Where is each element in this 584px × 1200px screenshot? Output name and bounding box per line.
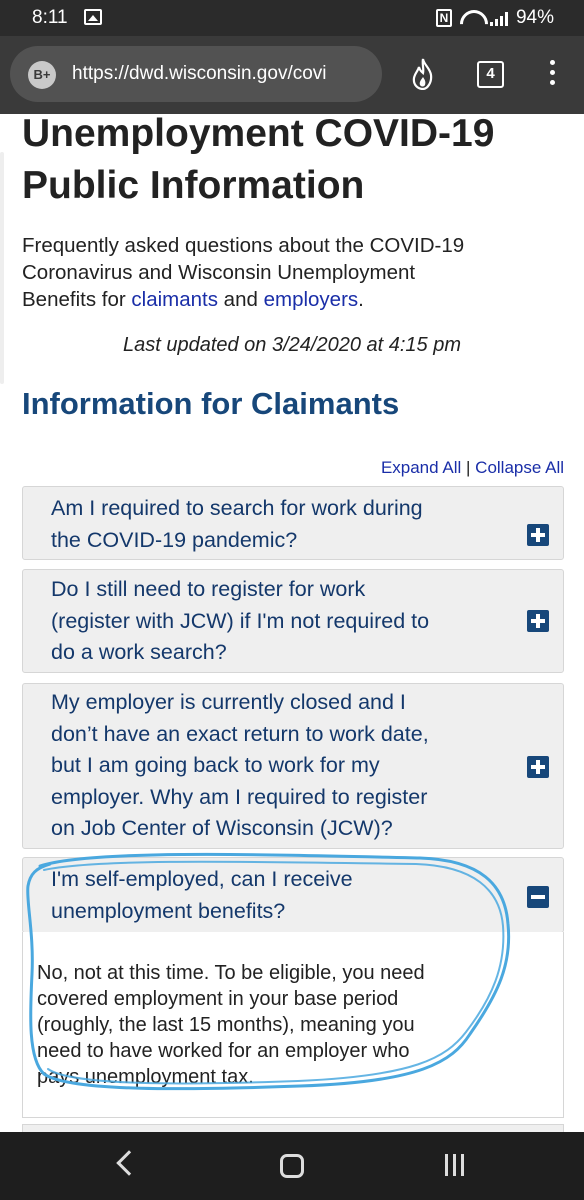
faq-question-line: the COVID-19 pandemic? [51, 527, 298, 552]
faq-question-line: I'm self-employed, can I receive [51, 867, 353, 891]
nfc-icon: N [435, 9, 452, 27]
faq-answer-line: covered employment in your base period [37, 988, 399, 1010]
url-bar[interactable]: B+ https://dwd.wisconsin.gov/covi [10, 46, 382, 102]
gallery-icon [84, 9, 102, 25]
intro-line: Benefits for [22, 288, 132, 311]
page-content: Unemployment COVID-19 Public Information… [0, 114, 584, 1132]
status-time: 8:11 [32, 7, 68, 28]
faq-question-line: My employer is currently closed and I [51, 690, 406, 714]
page-title-line: Public Information [22, 164, 365, 207]
back-icon[interactable] [116, 1150, 142, 1176]
faq-item[interactable]: Am I required to search for work during … [22, 486, 564, 560]
menu-icon[interactable] [548, 60, 556, 90]
collapse-minus-icon[interactable] [527, 886, 549, 908]
faq-question-line: Do I still need to register for work [51, 577, 366, 601]
faq-answer: No, not at this time. To be eligible, yo… [37, 960, 537, 1090]
faq-answer-line: pays unemployment tax. [37, 1066, 254, 1088]
faq-question-line: don’t have an exact return to work date, [51, 721, 429, 746]
faq-question-line: but I am going back to work for my [51, 753, 380, 777]
browser-toolbar: B+ https://dwd.wisconsin.gov/covi 4 [0, 36, 584, 114]
signal-icon [489, 10, 508, 26]
intro-conjunction: and [217, 288, 264, 311]
section-title: Information for Claimants [22, 386, 400, 421]
page-title: Unemployment COVID-19 Public Information [22, 114, 562, 212]
faq-question-line: on Job Center of Wisconsin (JCW)? [51, 816, 393, 840]
faq-question-line: do a work search? [51, 640, 227, 664]
expand-all-link[interactable]: Expand All [381, 458, 461, 477]
faq-question[interactable]: Do I still need to register for work (re… [51, 574, 491, 669]
faq-answer-line: (roughly, the last 15 months), meaning y… [37, 1014, 415, 1036]
faq-item[interactable]: My employer is currently closed and I do… [22, 683, 564, 849]
expand-collapse-controls: Expand All | Collapse All [381, 458, 564, 478]
faq-question-line: (register with JCW) if I'm not required … [51, 608, 430, 633]
navigation-bar [0, 1132, 584, 1200]
expand-plus-icon[interactable] [527, 610, 549, 632]
separator: | [466, 458, 471, 477]
tabs-button[interactable]: 4 [477, 61, 504, 88]
intro-period: . [358, 288, 364, 311]
collapse-all-link[interactable]: Collapse All [475, 458, 564, 477]
faq-item-expanded[interactable]: I'm self-employed, can I receive unemplo… [22, 857, 564, 933]
page-title-line: Unemployment COVID-19 [22, 114, 495, 155]
faq-question[interactable]: Am I required to search for work during … [51, 493, 491, 556]
intro-line: Frequently asked questions about the COV… [22, 234, 465, 257]
privacy-grade-icon[interactable]: B+ [28, 61, 56, 89]
status-indicators: N 94% [435, 7, 554, 29]
url-text[interactable]: https://dwd.wisconsin.gov/covi [72, 63, 327, 85]
faq-question-line: unemployment benefits? [51, 898, 286, 923]
faq-answer-line: No, not at this time. To be eligible, yo… [37, 962, 425, 984]
expand-plus-icon[interactable] [527, 756, 549, 778]
claimants-link[interactable]: claimants [131, 288, 218, 311]
faq-question[interactable]: I'm self-employed, can I receive unemplo… [51, 864, 491, 927]
last-updated: Last updated on 3/24/2020 at 4:15 pm [122, 334, 462, 356]
fire-icon[interactable] [410, 58, 436, 90]
battery-percentage: 94% [515, 7, 554, 28]
faq-question-line: employer. Why am I required to register [51, 784, 428, 809]
employers-link[interactable]: employers [264, 288, 359, 311]
recent-apps-icon[interactable] [445, 1154, 464, 1176]
faq-item[interactable]: Do I still need to register for work (re… [22, 569, 564, 673]
faq-answer-panel: No, not at this time. To be eligible, yo… [22, 932, 564, 1118]
faq-item-partial[interactable] [22, 1124, 564, 1132]
faq-answer-line: need to have worked for an employer who [37, 1040, 410, 1062]
wifi-icon [460, 10, 482, 26]
intro-line: Coronavirus and Wisconsin Unemployment [22, 261, 416, 284]
home-icon[interactable] [280, 1154, 304, 1178]
intro-text: Frequently asked questions about the COV… [22, 232, 562, 313]
status-bar: 8:11 N 94% [0, 0, 584, 36]
expand-plus-icon[interactable] [527, 524, 549, 546]
faq-question-line: Am I required to search for work during [51, 496, 423, 520]
faq-question[interactable]: My employer is currently closed and I do… [51, 687, 491, 845]
